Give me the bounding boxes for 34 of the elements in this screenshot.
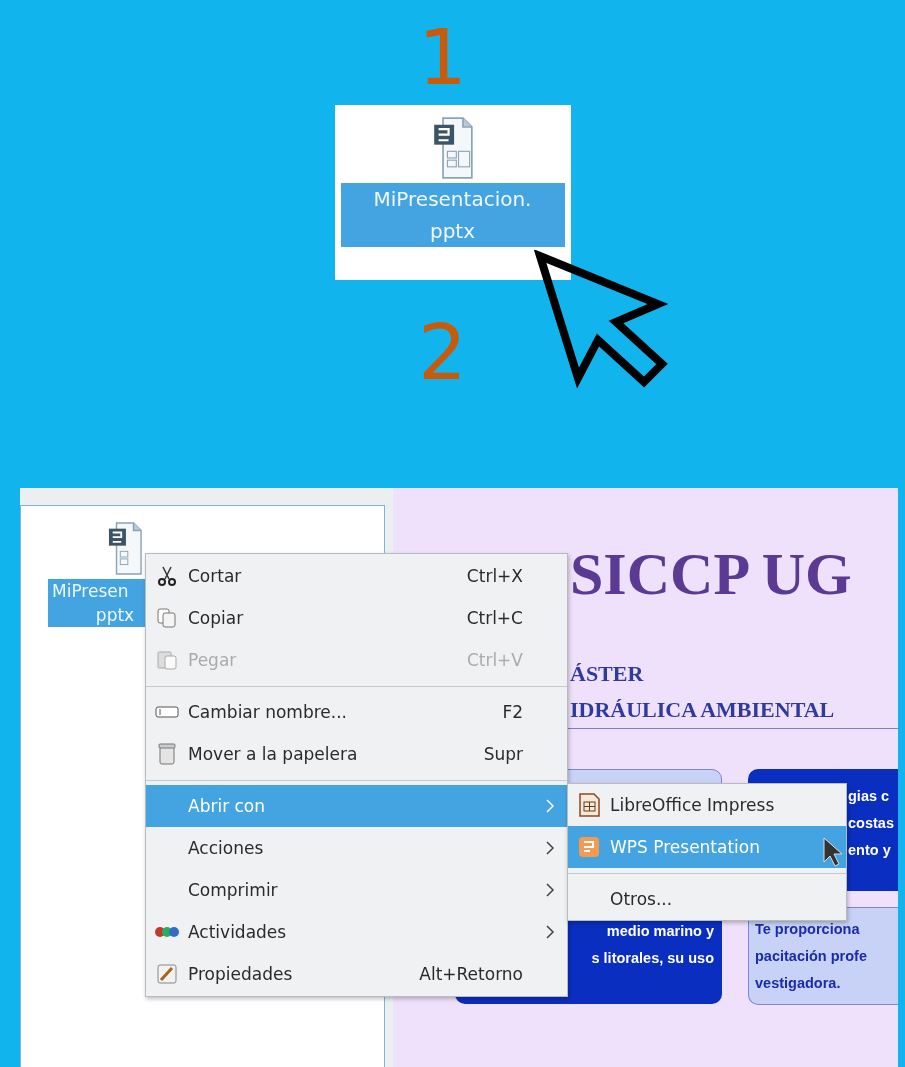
chevron-right-icon	[545, 799, 555, 813]
menu-item[interactable]: Actividades	[146, 911, 567, 953]
card-text: ento y	[848, 841, 892, 860]
paste-icon	[156, 649, 178, 671]
trash-icon	[157, 743, 177, 765]
chevron-right-icon	[545, 841, 555, 855]
mouse-pointer-icon	[822, 836, 844, 868]
properties-icon	[156, 963, 178, 985]
menu-item[interactable]: Mover a la papelera Supr	[146, 733, 567, 775]
chevron-right-icon	[545, 925, 555, 939]
card-text: gias c	[848, 787, 891, 806]
menu-item[interactable]: Comprimir	[146, 869, 567, 911]
menu-item[interactable]: LibreOffice Impress	[568, 784, 846, 826]
menu-item[interactable]: Otros...	[568, 878, 846, 920]
text-field-icon	[155, 705, 179, 719]
spreadsheet-document-icon	[578, 793, 600, 817]
presentation-file-icon	[108, 522, 142, 575]
step-number: 2	[418, 315, 467, 391]
card-text: vestigadora.	[755, 974, 842, 993]
menu-item[interactable]: Acciones	[146, 827, 567, 869]
presentation-app-icon	[578, 836, 600, 858]
step-number: 1	[418, 20, 467, 96]
card-text: pacitación profe	[755, 947, 868, 966]
copy-icon	[156, 607, 178, 629]
activities-icon	[154, 926, 180, 938]
card-text: s litorales, su uso	[590, 949, 714, 968]
card-text: costas	[848, 814, 895, 833]
slide-title: SICCP UG	[570, 544, 853, 604]
card-text: Te proporciona	[755, 920, 861, 939]
presentation-file-icon	[432, 117, 473, 179]
scissors-icon	[156, 565, 178, 587]
card-text: medio marino y	[605, 922, 714, 941]
chevron-right-icon	[545, 883, 555, 897]
menu-item[interactable]: Propiedades Alt+Retorno	[146, 953, 567, 995]
